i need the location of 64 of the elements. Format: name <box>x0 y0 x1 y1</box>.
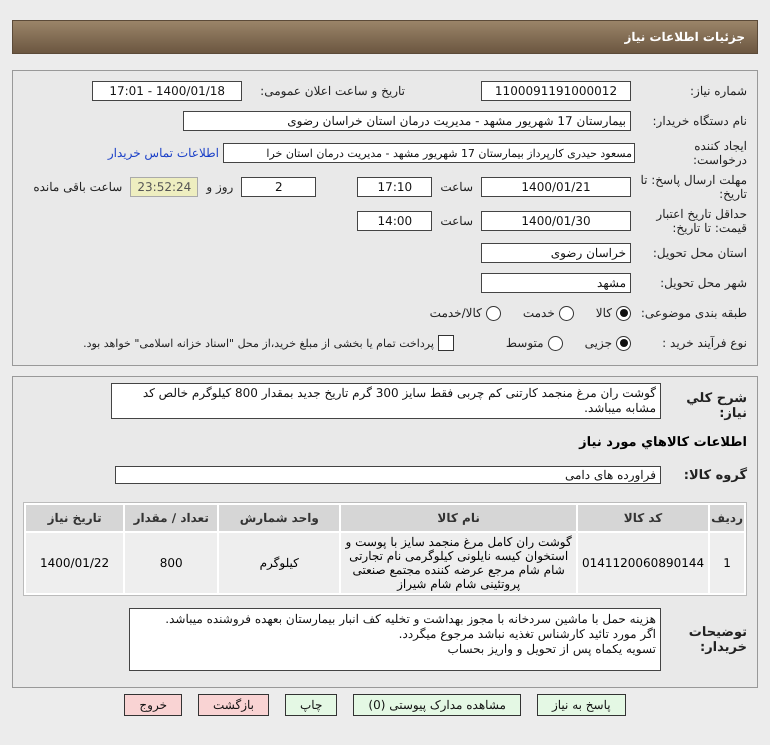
radio-button[interactable] <box>616 306 631 320</box>
text-field[interactable]: بیمارستان 17 شهریور مشهد - مدیریت درمان استان خراسان رضوی <box>183 111 631 131</box>
field-label: ساعت <box>440 180 473 194</box>
text-field[interactable]: 1400/01/21 <box>481 177 631 197</box>
column-header: ردیف <box>710 505 744 531</box>
text-field[interactable]: 1100091191000012 <box>481 81 631 101</box>
table-cell: 800 <box>125 533 218 593</box>
field-label: نوع فرآیند خرید : <box>661 336 747 350</box>
nav-button[interactable]: خروج <box>124 694 182 716</box>
field-label: تاریخ و ساعت اعلان عمومی: <box>260 84 405 98</box>
field-label: طبقه بندی موضوعی: <box>640 306 747 320</box>
checkbox-label: پرداخت تمام یا بخشی از مبلغ خرید،از محل "اسناد خزانه اسلامی" خواهد بود. <box>83 336 434 350</box>
column-header: کد کالا <box>578 505 708 531</box>
table-cell: 0141120060890144 <box>578 533 708 593</box>
radio-button[interactable] <box>558 306 574 320</box>
text-field[interactable]: مشهد <box>481 273 631 293</box>
field-label: ساعت <box>440 214 473 228</box>
text-field[interactable]: 17:10 <box>357 177 432 197</box>
table-cell: کیلوگرم <box>219 533 340 593</box>
description-field[interactable]: گوشت ران مرغ منجمد کارتنی کم چربی فقط سایز 300 گرم تاریخ جدید بمقدار 800 کیلوگرم خالص کد مشابه میباشد. <box>111 383 661 419</box>
option-label: کالا/خدمت <box>430 306 482 320</box>
text-field[interactable]: 14:00 <box>357 211 432 231</box>
table-cell: گوشت ران کامل مرغ منجمد سایز با پوست و استخوان کیسه نایلونی کیلوگرمی نام تجارتی شام شام مرجع عرضه کننده مجتمع صنعتی پروتئینی شام شام شیراز <box>341 533 576 593</box>
option-label: خدمت <box>522 306 555 320</box>
field-label: استان محل تحویل: <box>652 246 747 260</box>
column-header: تعداد / مقدار <box>125 505 218 531</box>
field-label: توضیحات خریدار: <box>688 624 747 654</box>
action-button[interactable]: چاپ <box>285 694 338 716</box>
countdown-field[interactable]: 23:52:24 <box>130 177 198 197</box>
text-field[interactable]: فراورده های دامی <box>115 466 661 484</box>
text-field[interactable]: مسعود حیدری کارپرداز بیمارستان 17 شهریور مشهد - مدیریت درمان استان خرا <box>223 143 635 163</box>
notes-field[interactable]: هزینه حمل با ماشین سردخانه با مجوز بهداشت و تخلیه کف انبار بیمارستان بعهده فروشنده میباشد. اگر مورد تائید کارشناس تغذیه نباشد مرجوع میگردد. تسویه یکماه پس از تحویل و واریز بحساب <box>129 608 661 671</box>
table-cell: 1 <box>710 533 744 593</box>
field-label: گروه کالا: <box>682 468 747 482</box>
option-label: متوسط <box>506 336 544 350</box>
action-button[interactable]: پاسخ به نیاز <box>536 694 626 716</box>
field-label: شهر محل تحویل: <box>659 276 747 290</box>
text-field[interactable]: 1400/01/30 <box>481 211 631 231</box>
field-label: شرح کلي نیاز: <box>685 390 747 421</box>
radio-button[interactable] <box>616 336 631 350</box>
column-header: تاریخ نیاز <box>26 505 124 531</box>
text-field[interactable]: 1400/01/18 - 17:01 <box>92 81 242 101</box>
column-header: واحد شمارش <box>219 505 340 531</box>
text-field[interactable]: 2 <box>241 177 316 197</box>
radio-button[interactable] <box>548 336 563 350</box>
field-label: ساعت باقی مانده <box>33 180 122 194</box>
radio-button[interactable] <box>486 306 501 320</box>
text-field[interactable]: خراسان رضوی <box>481 243 631 263</box>
field-label: شماره نیاز: <box>689 84 747 98</box>
table-cell: 1400/01/22 <box>26 533 124 593</box>
option-label: کالا <box>596 306 612 320</box>
field-label: حداقل تاریخ اعتبار قیمت: تا تاریخ: <box>654 207 747 235</box>
contact-link[interactable]: اطلاعات تماس خریدار <box>108 146 219 160</box>
page-title: جزئیات اطلاعات نیاز <box>12 20 758 54</box>
field-label: مهلت ارسال پاسخ: تا تاریخ: <box>639 173 747 201</box>
action-button[interactable]: مشاهده مدارک پیوستی (0) <box>353 694 521 716</box>
field-label: نام دستگاه خریدار: <box>652 114 747 128</box>
field-label: ایجاد کننده درخواست: <box>692 139 747 167</box>
column-header: نام کالا <box>341 505 576 531</box>
option-label: جزیی <box>584 336 612 350</box>
nav-button[interactable]: بازگشت <box>198 694 269 716</box>
section-heading: اطلاعات کالاهاي مورد نیاز <box>578 435 747 450</box>
checkbox[interactable] <box>438 335 454 351</box>
field-label: روز و <box>206 180 234 194</box>
